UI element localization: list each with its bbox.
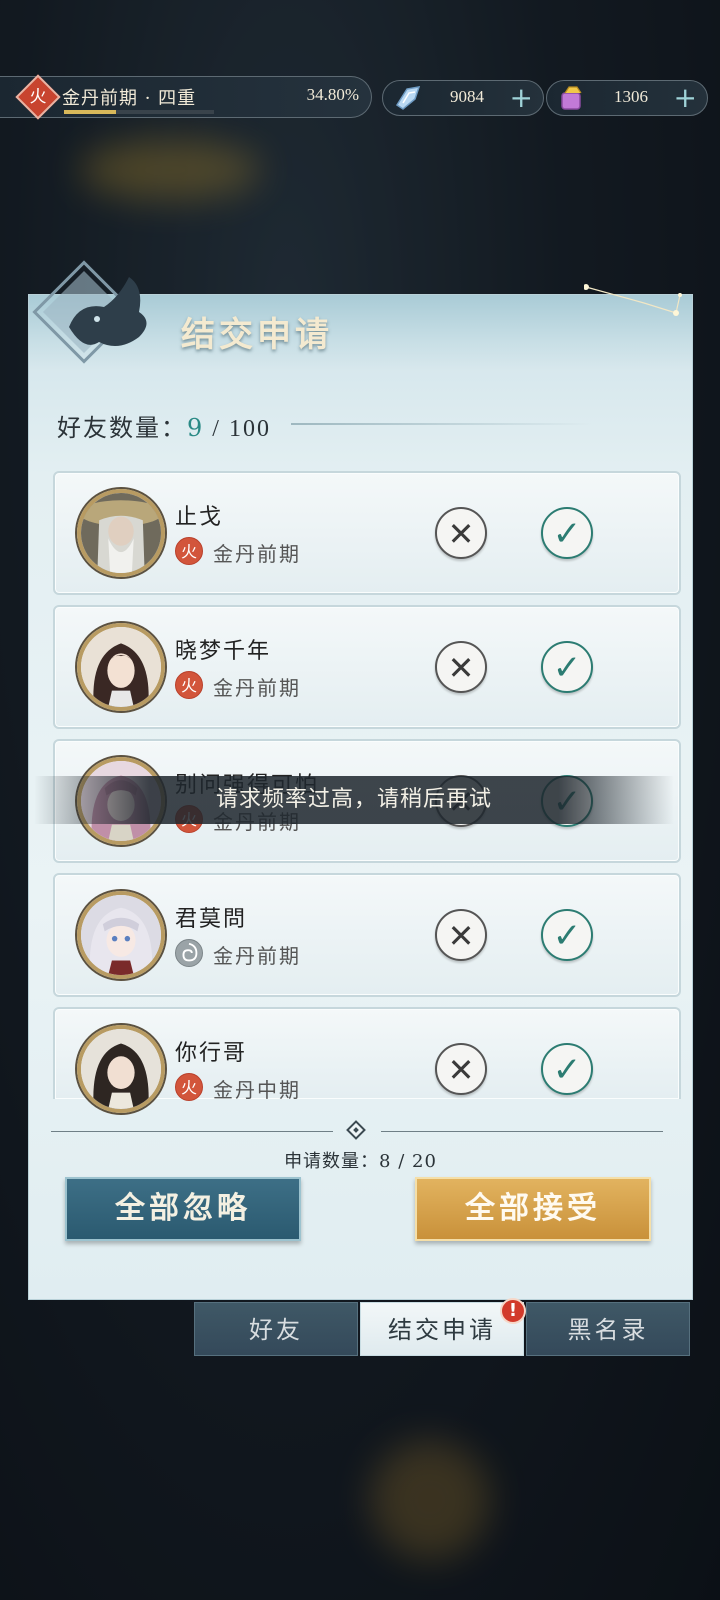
request-name: 晓梦千年 — [175, 639, 272, 664]
add-jade-button[interactable]: + — [674, 81, 697, 115]
avatar[interactable] — [77, 623, 165, 711]
background-blur — [370, 1440, 490, 1560]
accept-button[interactable]: ✓ — [541, 641, 593, 693]
friend-count: 好友数量：9 / 100 — [57, 408, 271, 443]
request-name: 止戈 — [175, 505, 224, 530]
jade-value: 1306 — [614, 87, 648, 106]
realm-progress-fill — [64, 110, 117, 114]
avatar[interactable] — [77, 489, 165, 577]
realm-progress-text: 34.80% — [306, 85, 359, 104]
tab-friends[interactable]: 好友 — [194, 1302, 358, 1356]
avatar[interactable] — [77, 891, 165, 979]
jade-currency: 1306 + — [546, 80, 708, 116]
application-count: 申请数量：8 / 20 — [284, 1151, 437, 1172]
decorative-line — [291, 423, 591, 425]
request-realm: 金丹前期 — [213, 676, 301, 700]
element-fire-icon: 火 — [175, 671, 203, 699]
crystal-currency: 9084 + — [382, 80, 544, 116]
request-realm: 金丹前期 — [213, 542, 301, 566]
add-crystal-button[interactable]: + — [510, 81, 533, 115]
realm-status-bar[interactable]: 火 金丹前期 · 四重 34.80% — [0, 74, 372, 120]
request-row: 你行哥 火 金丹中期 ✕ ✓ — [53, 1007, 681, 1113]
request-realm: 金丹中期 — [213, 1078, 301, 1102]
request-row: 君莫問 金丹前期 ✕ ✓ — [53, 873, 681, 997]
request-row: 晓梦千年 火 金丹前期 ✕ ✓ — [53, 605, 681, 729]
accept-button[interactable]: ✓ — [541, 507, 593, 559]
realm-progress-bar — [64, 110, 214, 114]
alert-badge-icon: ! — [500, 1298, 526, 1324]
element-wind-icon — [175, 939, 203, 967]
realm-name: 金丹前期 · 四重 — [62, 88, 197, 109]
reject-button[interactable]: ✕ — [435, 909, 487, 961]
divider — [51, 1131, 333, 1132]
request-row: 止戈 火 金丹前期 ✕ ✓ — [53, 471, 681, 595]
request-name: 君莫問 — [175, 907, 248, 932]
accept-all-button[interactable]: 全部接受 — [415, 1177, 651, 1241]
accept-button[interactable]: ✓ — [541, 909, 593, 961]
crystal-icon — [395, 86, 421, 110]
reject-button[interactable]: ✕ — [435, 507, 487, 559]
jade-icon — [561, 86, 582, 110]
constellation-icon — [584, 284, 682, 316]
element-fire-icon: 火 — [175, 1073, 203, 1101]
ignore-all-button[interactable]: 全部忽略 — [65, 1177, 301, 1241]
friend-count-label: 好友数量： — [57, 414, 187, 442]
crystal-value: 9084 — [450, 87, 484, 106]
divider — [381, 1131, 663, 1132]
avatar[interactable] — [77, 1025, 165, 1113]
friend-count-max: / 100 — [204, 416, 271, 442]
request-realm: 金丹前期 — [213, 944, 301, 968]
toast-message: 请求频率过高，请稍后再试 — [34, 776, 674, 824]
background-blur — [80, 140, 260, 200]
accept-button[interactable]: ✓ — [541, 1043, 593, 1095]
tab-blacklist[interactable]: 黑名录 — [526, 1302, 690, 1356]
element-fire-icon: 火 — [175, 537, 203, 565]
reject-button[interactable]: ✕ — [435, 1043, 487, 1095]
panel-title: 结交申请 — [181, 315, 333, 355]
fox-emblem-icon — [32, 260, 147, 364]
friend-count-value: 9 — [187, 414, 205, 442]
reject-button[interactable]: ✕ — [435, 641, 487, 693]
request-list[interactable]: 止戈 火 金丹前期 ✕ ✓ 晓梦千年 火 金丹前期 ✕ ✓ 君莫問 金丹前期 ✕… — [53, 471, 681, 1409]
request-name: 你行哥 — [175, 1041, 248, 1066]
element-label: 火 — [29, 87, 47, 107]
